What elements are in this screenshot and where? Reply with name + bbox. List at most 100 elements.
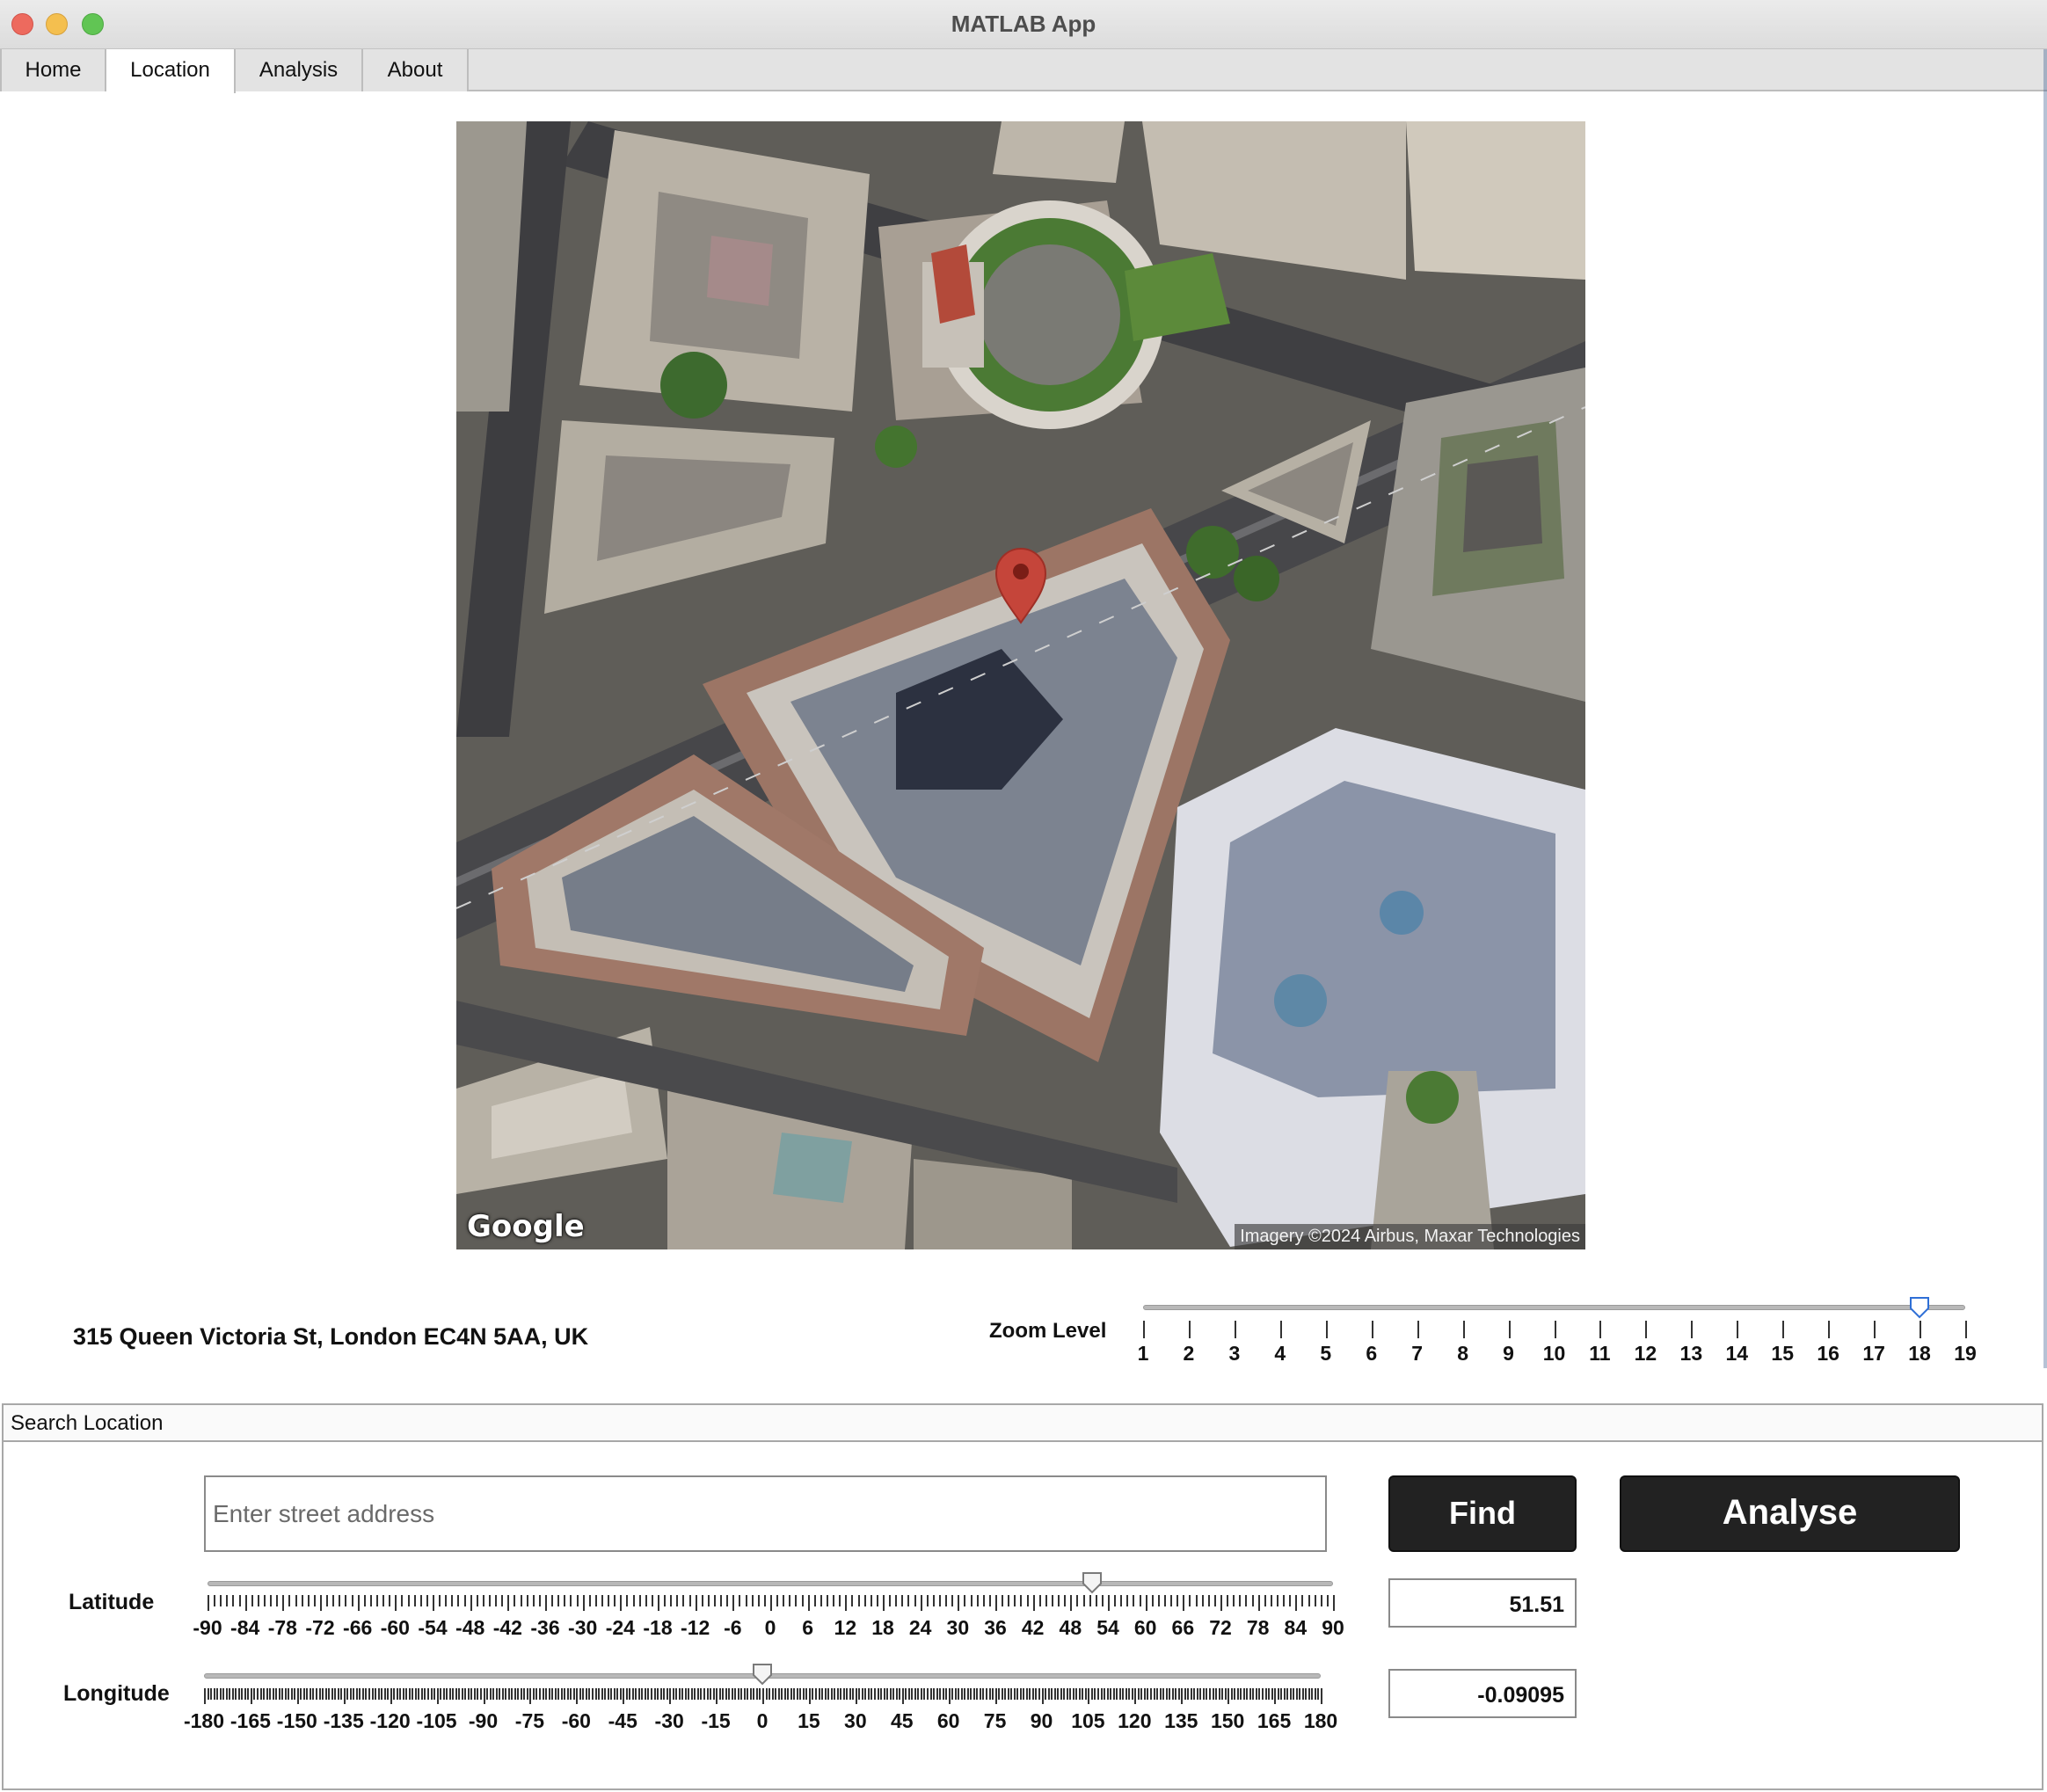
latitude-minor-tick	[1308, 1595, 1310, 1606]
longitude-minor-tick	[1051, 1688, 1053, 1700]
longitude-minor-tick	[1069, 1688, 1072, 1700]
longitude-minor-tick	[489, 1688, 492, 1700]
latitude-minor-tick	[601, 1595, 603, 1606]
longitude-minor-tick	[1084, 1688, 1087, 1700]
longitude-minor-tick	[414, 1688, 417, 1700]
latitude-tick	[958, 1595, 960, 1611]
longitude-field[interactable]: -0.09095	[1388, 1669, 1577, 1718]
longitude-minor-tick	[805, 1688, 808, 1700]
longitude-minor-tick	[905, 1688, 907, 1700]
street-address-input[interactable]	[204, 1475, 1327, 1552]
longitude-minor-tick	[659, 1688, 662, 1700]
latitude-minor-tick	[570, 1595, 572, 1606]
longitude-tick	[483, 1688, 485, 1704]
latitude-minor-tick	[901, 1595, 904, 1606]
longitude-minor-tick	[492, 1688, 495, 1700]
latitude-tick	[883, 1595, 885, 1611]
latitude-minor-tick	[557, 1595, 560, 1606]
longitude-minor-tick	[722, 1688, 725, 1700]
zoom-tick	[1874, 1321, 1876, 1338]
longitude-minor-tick	[1045, 1688, 1047, 1700]
latitude-tick	[244, 1595, 247, 1611]
longitude-minor-tick	[607, 1688, 609, 1700]
latitude-slider-track[interactable]	[208, 1581, 1333, 1586]
longitude-minor-tick	[753, 1688, 755, 1700]
longitude-minor-tick	[331, 1688, 333, 1700]
tab-bar: Home Location Analysis About	[0, 49, 2047, 93]
longitude-minor-tick	[433, 1688, 436, 1700]
latitude-minor-tick	[932, 1595, 935, 1606]
longitude-minor-tick	[1171, 1688, 1174, 1700]
latitude-minor-tick	[876, 1595, 878, 1606]
latitude-slider-thumb[interactable]	[1082, 1571, 1103, 1594]
tab-location[interactable]: Location	[106, 49, 236, 93]
longitude-minor-tick	[402, 1688, 404, 1700]
longitude-tick	[1227, 1688, 1230, 1704]
longitude-minor-tick	[1249, 1688, 1251, 1700]
latitude-minor-tick	[419, 1595, 422, 1606]
tab-home[interactable]: Home	[0, 49, 106, 91]
longitude-tick	[296, 1688, 299, 1704]
zoom-tick	[1508, 1321, 1511, 1338]
zoom-slider-track[interactable]	[1143, 1305, 1965, 1310]
longitude-minor-tick	[1308, 1688, 1310, 1700]
tab-about[interactable]: About	[363, 49, 469, 91]
longitude-minor-tick	[1240, 1688, 1242, 1700]
longitude-tick	[1274, 1688, 1277, 1704]
longitude-minor-tick	[637, 1688, 640, 1700]
latitude-minor-tick	[839, 1595, 841, 1606]
longitude-minor-tick	[880, 1688, 883, 1700]
longitude-minor-tick	[846, 1688, 849, 1700]
longitude-minor-tick	[1038, 1688, 1040, 1700]
latitude-minor-tick	[1289, 1595, 1292, 1606]
longitude-minor-tick	[1236, 1688, 1239, 1700]
latitude-minor-tick	[463, 1595, 466, 1606]
longitude-tick-label: 150	[1210, 1709, 1245, 1732]
longitude-slider-thumb[interactable]	[752, 1663, 773, 1686]
longitude-minor-tick	[477, 1688, 479, 1700]
longitude-minor-tick	[1293, 1688, 1295, 1700]
longitude-tick	[623, 1688, 625, 1704]
latitude-minor-tick	[763, 1595, 766, 1606]
longitude-minor-tick	[1159, 1688, 1162, 1700]
longitude-minor-tick	[986, 1688, 987, 1700]
satellite-map[interactable]: Google Imagery ©2024 Airbus, Maxar Techn…	[456, 121, 1585, 1249]
latitude-tick	[995, 1595, 997, 1611]
zoom-tick	[1325, 1321, 1328, 1338]
longitude-minor-tick	[731, 1688, 733, 1700]
zoom-slider-thumb[interactable]	[1909, 1296, 1930, 1319]
latitude-minor-tick	[739, 1595, 741, 1606]
longitude-minor-tick	[1252, 1688, 1255, 1700]
longitude-minor-tick	[647, 1688, 650, 1700]
longitude-tick	[343, 1688, 346, 1704]
analyse-button[interactable]: Analyse	[1620, 1475, 1960, 1552]
longitude-tick	[855, 1688, 857, 1704]
find-button[interactable]: Find	[1388, 1475, 1577, 1552]
map-attribution: Imagery ©2024 Airbus, Maxar Technologies	[1235, 1224, 1585, 1249]
longitude-tick	[1321, 1688, 1322, 1704]
latitude-field[interactable]: 51.51	[1388, 1578, 1577, 1628]
longitude-minor-tick	[355, 1688, 358, 1700]
longitude-minor-tick	[1289, 1688, 1292, 1700]
tab-analysis[interactable]: Analysis	[236, 49, 363, 91]
longitude-minor-tick	[629, 1688, 631, 1700]
latitude-tick	[582, 1595, 585, 1611]
latitude-tick	[1032, 1595, 1035, 1611]
latitude-minor-tick	[532, 1595, 535, 1606]
zoom-tick	[1965, 1321, 1967, 1338]
longitude-minor-tick	[1004, 1688, 1007, 1700]
latitude-minor-tick	[1264, 1595, 1266, 1606]
longitude-minor-tick	[564, 1688, 566, 1700]
longitude-minor-tick	[383, 1688, 386, 1700]
longitude-minor-tick	[1190, 1688, 1192, 1700]
longitude-minor-tick	[1001, 1688, 1003, 1700]
zoom-tick	[1828, 1321, 1831, 1338]
longitude-minor-tick	[1116, 1688, 1118, 1700]
latitude-minor-tick	[576, 1595, 579, 1606]
longitude-minor-tick	[1162, 1688, 1165, 1700]
longitude-minor-tick	[1187, 1688, 1190, 1700]
longitude-minor-tick	[917, 1688, 920, 1700]
longitude-minor-tick	[1112, 1688, 1115, 1700]
zoom-tick	[1188, 1321, 1191, 1338]
latitude-tick	[395, 1595, 397, 1611]
